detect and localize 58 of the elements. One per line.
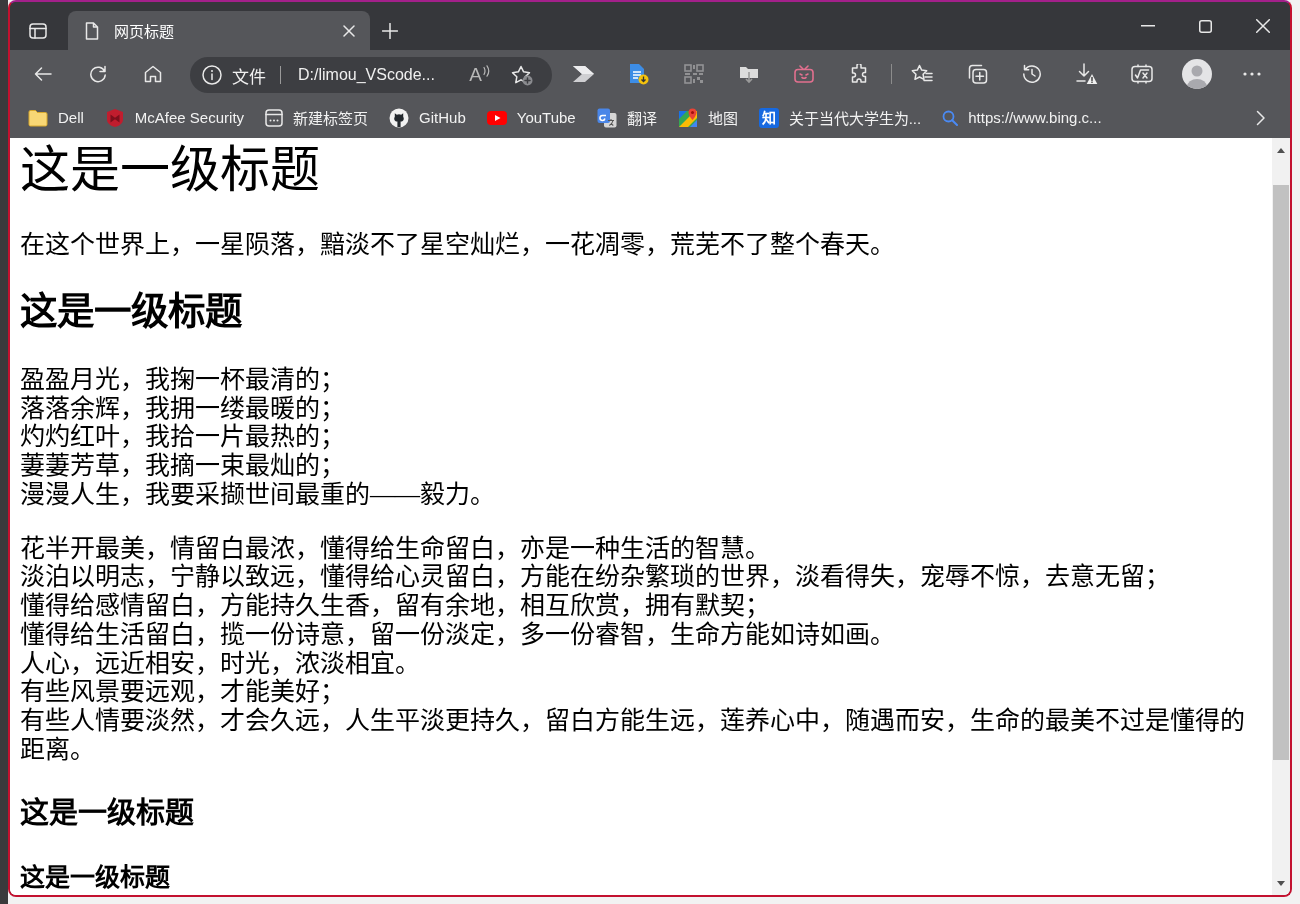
- bookmark-link[interactable]: 知 关于当代大学生为...: [758, 107, 922, 128]
- back-arrow-icon[interactable]: [34, 65, 52, 82]
- bookmark-link[interactable]: Dell: [28, 108, 84, 127]
- paragraph: 在这个世界上，一星陨落，黯淡不了星空灿烂，一花凋零，荒芜不了整个春天。: [20, 230, 896, 260]
- logo-tile: 知: [758, 107, 779, 128]
- scrollbar-thumb[interactable]: [1273, 185, 1289, 760]
- refresh-icon[interactable]: [89, 64, 107, 83]
- download-warning-icon[interactable]: [1076, 62, 1098, 85]
- close-icon[interactable]: [343, 24, 355, 37]
- github-logo-icon: [389, 107, 410, 128]
- star-list-icon[interactable]: [911, 63, 933, 84]
- new-tab-page-icon: [265, 108, 284, 127]
- document-icon: [85, 21, 99, 40]
- avatar-icon[interactable]: [1182, 58, 1212, 89]
- close-icon[interactable]: [1256, 19, 1270, 33]
- youtube-logo-icon: [486, 110, 507, 125]
- chevron-logo-icon[interactable]: [573, 65, 595, 82]
- more-icon[interactable]: [1243, 71, 1261, 76]
- paragraph: 盈盈月光，我掬一杯最清的； 落落余辉，我拥一缕最暖的； 灼灼红叶，我拾一片最热的； 萋萋芳草，我摘一束最灿的； 漫漫人生，我要采撷世间最重的——毅力。: [20, 365, 496, 510]
- document-download-icon[interactable]: [629, 62, 649, 85]
- info-icon: [202, 65, 222, 85]
- shield-logo-icon: [104, 107, 125, 128]
- bookmark-link[interactable]: 翻译: [596, 107, 657, 128]
- plus-icon[interactable]: [382, 23, 398, 39]
- scroll-down-arrow-icon[interactable]: [1277, 880, 1285, 886]
- bookmark-link[interactable]: GitHub: [389, 107, 466, 128]
- read-aloud-button[interactable]: A: [469, 65, 490, 85]
- home-icon[interactable]: [144, 64, 162, 83]
- square-root-icon[interactable]: [1131, 63, 1153, 84]
- scroll-up-arrow-icon[interactable]: [1277, 147, 1285, 153]
- chevron-right-icon[interactable]: [1256, 109, 1266, 126]
- bookmark-link[interactable]: 新建标签页: [265, 107, 369, 128]
- sound-waves-icon: [483, 65, 490, 77]
- page-heading: 这是一级标题: [20, 863, 171, 892]
- browser-tab[interactable]: 网页标题: [68, 11, 370, 50]
- collections-icon[interactable]: [966, 62, 988, 85]
- translate-icon: [596, 107, 617, 128]
- address-bar[interactable]: 文件 D:/limou_VScode... A: [190, 57, 552, 93]
- search-icon: [942, 109, 959, 126]
- clock-arrow-icon[interactable]: [1022, 63, 1042, 84]
- site-info-button[interactable]: 文件: [202, 62, 266, 88]
- minimize-icon[interactable]: [1141, 25, 1155, 27]
- paragraph: 花半开最美，情留白最浓，懂得给生命留白，亦是一种生活的智慧。 淡泊以明志，宁静以致远，懂得给心灵留白，方能在纷杂繁琐的世界，淡看得失，宠辱不惊，去意无留； 懂得给感情留白，方能持久生香，留有余地，相互欣赏，拥有默契； 懂得给生活留白，揽一份诗意，留一份淡定，多一份睿智，生命方能如诗如画。 人心，远近相安，时光，浓淡相宜。 有些风景要远观，才能美好； 有些人情要淡然，才会久远，人生平淡更持久，留白方能生远，莲养心中，随遇而安，生命的最美不过是懂得的距离。: [20, 534, 1246, 765]
- tab-actions-icon[interactable]: [29, 23, 47, 39]
- folder-icon: [28, 108, 48, 127]
- bookmark-link[interactable]: YouTube: [486, 109, 576, 126]
- scrollbar[interactable]: [1272, 138, 1290, 895]
- maximize-icon[interactable]: [1199, 19, 1212, 33]
- bookmark-link[interactable]: McAfee Security: [104, 107, 245, 128]
- map-pin-icon: [677, 107, 698, 128]
- page-heading: 这是一级标题: [20, 291, 243, 334]
- page-heading: 这是一级标题: [20, 142, 321, 198]
- url-text[interactable]: D:/limou_VScode...: [298, 66, 435, 84]
- bookmark-link[interactable]: https://www.bing.c...: [942, 109, 1102, 126]
- star-plus-icon[interactable]: [511, 64, 533, 86]
- bookmark-link[interactable]: 地图: [677, 107, 738, 128]
- page-heading: 这是一级标题: [20, 796, 195, 830]
- puzzle-icon[interactable]: [849, 63, 869, 84]
